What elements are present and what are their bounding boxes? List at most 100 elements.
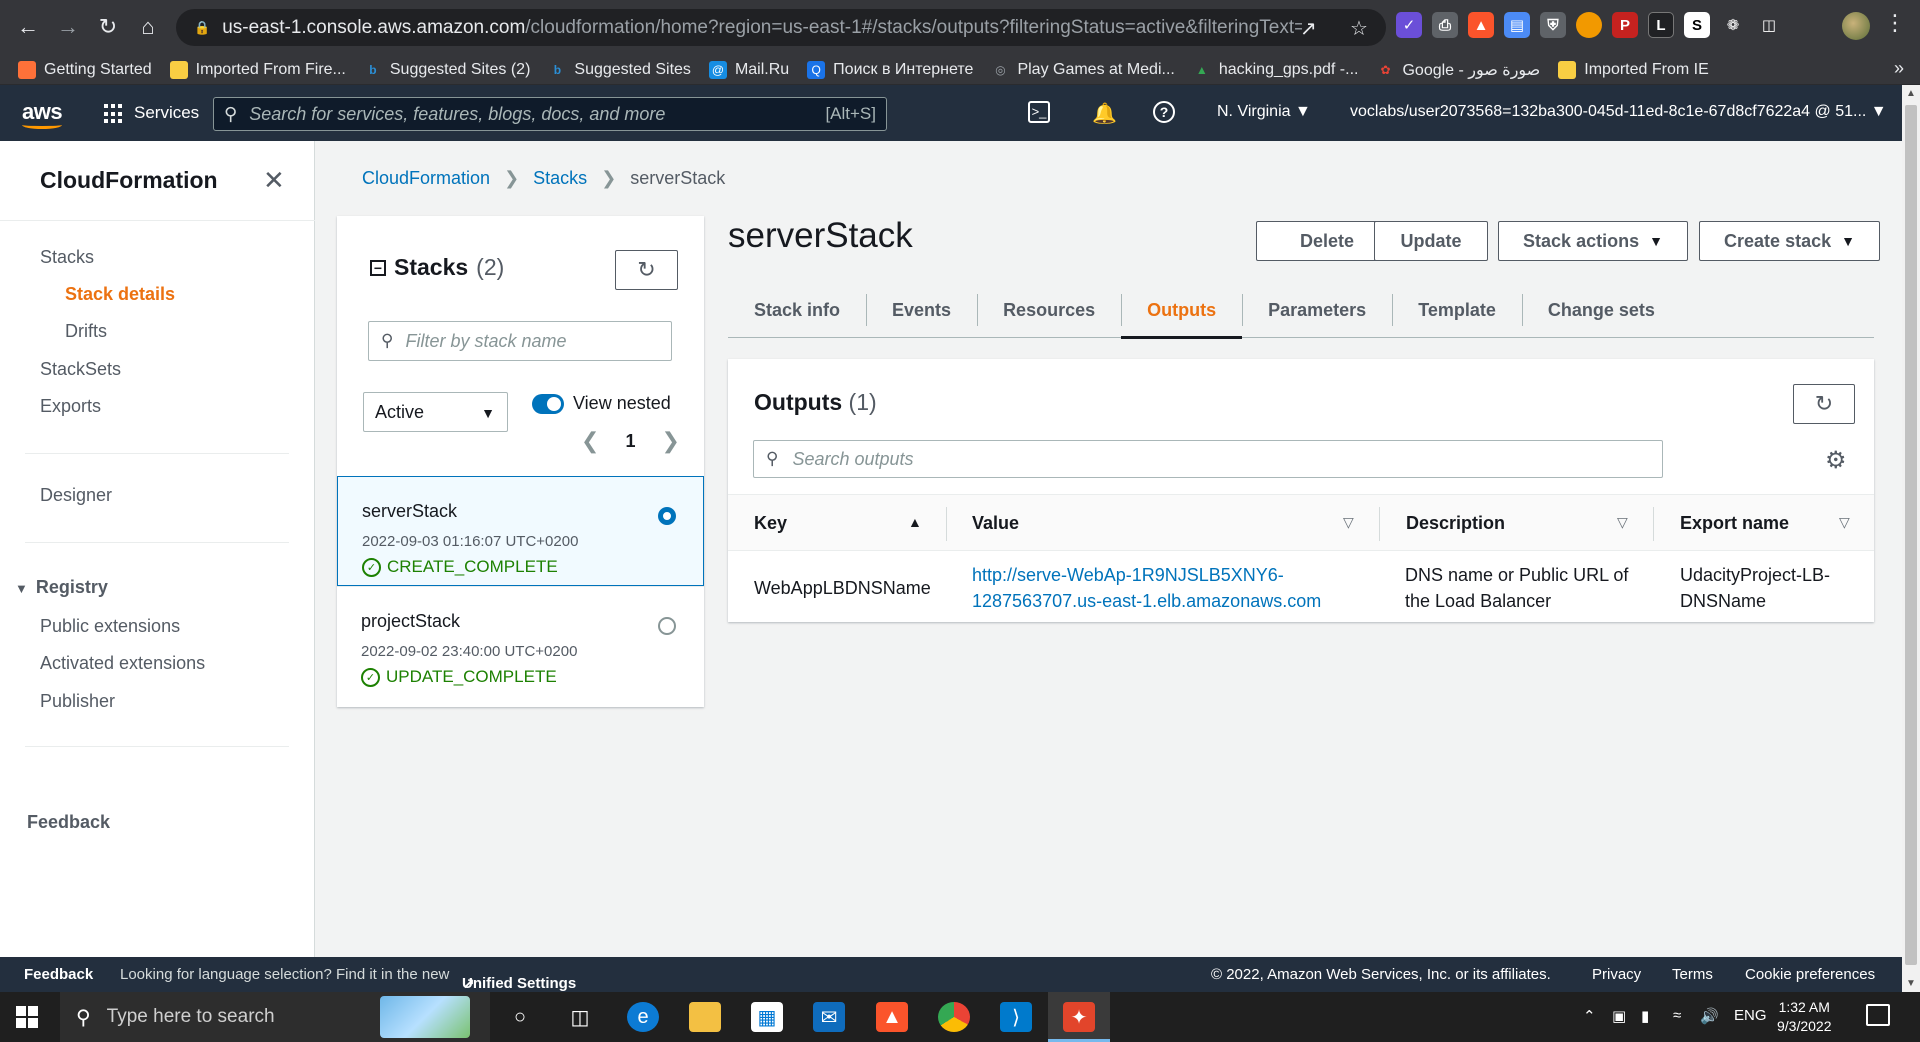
chrome-icon[interactable]	[938, 1002, 970, 1032]
bookmark-item[interactable]: Q Поиск в Интернете	[807, 60, 973, 79]
notifications-bell-icon[interactable]: 🔔	[1092, 101, 1117, 126]
stack-card-serverstack[interactable]: serverStack 2022-09-03 01:16:07 UTC+0200…	[337, 476, 704, 586]
scroll-down-icon[interactable]: ▼	[1906, 978, 1916, 989]
volume-icon[interactable]: 🔊	[1700, 1007, 1719, 1025]
bookmark-item[interactable]: Imported From Fire...	[169, 60, 346, 79]
mail-icon[interactable]: ✉	[813, 1002, 845, 1032]
extension-shield-icon[interactable]: ⛨	[1540, 12, 1566, 38]
page-scrollbar[interactable]: ▲ ▼	[1902, 85, 1920, 992]
help-icon[interactable]: ?	[1153, 101, 1175, 123]
sidebar-feedback[interactable]: Feedback	[27, 812, 110, 833]
column-header-key[interactable]: Key	[754, 513, 787, 534]
services-menu[interactable]: Services	[134, 103, 199, 123]
store-icon[interactable]: ▦	[751, 1002, 783, 1032]
refresh-outputs-button[interactable]: ↻	[1793, 384, 1855, 424]
bookmark-item[interactable]: ◎ Play Games at Medi...	[991, 61, 1175, 79]
bookmark-item[interactable]: ▲ hacking_gps.pdf -...	[1193, 61, 1359, 79]
sort-icon[interactable]: ▽	[1839, 514, 1850, 531]
stack-filter-box[interactable]: ⚲	[368, 321, 672, 361]
taskbar-search[interactable]: ⚲ Type here to search	[60, 992, 490, 1042]
bookmarks-overflow-icon[interactable]: »	[1894, 58, 1904, 79]
home-icon[interactable]: ⌂	[126, 5, 170, 49]
brave-extension-icon[interactable]: ▲	[1468, 12, 1494, 38]
tab-resources[interactable]: Resources	[977, 282, 1121, 338]
gear-icon[interactable]: ⚙	[1825, 446, 1847, 475]
file-explorer-icon[interactable]	[689, 1002, 721, 1032]
collapse-icon[interactable]: −	[370, 259, 386, 276]
extension-check-icon[interactable]: ✓	[1396, 12, 1422, 38]
stack-card-projectstack[interactable]: projectStack 2022-09-02 23:40:00 UTC+020…	[337, 586, 704, 696]
services-grid-icon[interactable]	[104, 104, 124, 124]
tray-chevron-icon[interactable]: ⌃	[1583, 1007, 1596, 1025]
sidebar-item-exports[interactable]: Exports	[40, 396, 101, 417]
sort-icon[interactable]: ▽	[1617, 514, 1628, 531]
footer-cookie-link[interactable]: Cookie preferences	[1745, 966, 1875, 983]
sort-ascending-icon[interactable]: ▲	[908, 514, 922, 530]
bookmark-item[interactable]: b Suggested Sites (2)	[364, 61, 530, 79]
column-header-export-name[interactable]: Export name	[1680, 513, 1789, 534]
footer-terms-link[interactable]: Terms	[1672, 966, 1713, 983]
extension-lh-icon[interactable]: L	[1648, 12, 1674, 38]
extension-orange-icon[interactable]	[1576, 12, 1602, 38]
output-value-link[interactable]: http://serve-WebAp-1R9NJSLB5XNY6- 128756…	[972, 562, 1321, 614]
sidebar-item-public-extensions[interactable]: Public extensions	[40, 616, 180, 637]
system-clock[interactable]: 1:32 AM 9/3/2022	[1777, 998, 1832, 1036]
sidebar-item-drifts[interactable]: Drifts	[65, 321, 107, 342]
stack-radio[interactable]	[658, 617, 676, 635]
sidebar-item-activated-extensions[interactable]: Activated extensions	[40, 653, 205, 674]
sidebar-item-stack-details[interactable]: Stack details	[65, 284, 175, 305]
outputs-search-input[interactable]	[792, 448, 1613, 470]
profile-avatar[interactable]	[1842, 12, 1870, 40]
footer-privacy-link[interactable]: Privacy	[1592, 966, 1641, 983]
wifi-icon[interactable]: ≈	[1673, 1007, 1681, 1024]
extension-pdf-icon[interactable]: P	[1612, 12, 1638, 38]
bookmark-item[interactable]: @ Mail.Ru	[708, 60, 789, 79]
notifications-icon[interactable]	[1866, 1004, 1890, 1026]
sidebar-item-stacksets[interactable]: StackSets	[40, 359, 121, 380]
task-view-icon[interactable]: ◫	[564, 1002, 596, 1032]
column-header-value[interactable]: Value	[972, 513, 1019, 534]
active-app-icon[interactable]: ✦	[1063, 1002, 1095, 1032]
forward-arrow-icon[interactable]: →	[46, 5, 90, 49]
cortana-icon[interactable]: ○	[504, 1002, 536, 1032]
bookmark-item[interactable]: ✿ Google - صورة صور	[1376, 60, 1540, 80]
edge-icon[interactable]: e	[627, 1002, 659, 1032]
stack-radio-selected[interactable]	[658, 507, 676, 525]
bookmark-item[interactable]: Imported From IE	[1558, 60, 1709, 79]
column-header-description[interactable]: Description	[1406, 513, 1505, 534]
scrollbar-thumb[interactable]	[1905, 105, 1917, 965]
sidebar-section-registry[interactable]: ▼ Registry	[15, 577, 108, 598]
bookmark-item[interactable]: b Suggested Sites	[548, 61, 691, 79]
extension-radio-icon[interactable]: ▤	[1504, 12, 1530, 38]
back-arrow-icon[interactable]: ←	[6, 5, 50, 49]
view-nested-toggle[interactable]	[532, 394, 564, 414]
tab-outputs[interactable]: Outputs	[1121, 282, 1243, 339]
breadcrumb-cloudformation[interactable]: CloudFormation	[362, 168, 490, 189]
account-menu[interactable]: voclabs/user2073568=132ba300-045d-11ed-8…	[1350, 103, 1887, 121]
sidebar-item-stacks[interactable]: Stacks	[40, 247, 94, 268]
sort-icon[interactable]: ▽	[1343, 514, 1354, 531]
outputs-search-box[interactable]: ⚲	[753, 440, 1663, 478]
stack-actions-button[interactable]: Stack actions ▼	[1498, 221, 1688, 261]
tab-events[interactable]: Events	[866, 282, 977, 338]
aws-search-box[interactable]: ⚲ [Alt+S]	[213, 97, 887, 131]
close-icon[interactable]: ✕	[263, 165, 285, 196]
windows-start-icon[interactable]	[16, 1006, 38, 1028]
breadcrumb-stacks[interactable]: Stacks	[533, 168, 587, 189]
address-bar[interactable]: 🔒 us-east-1.console.aws.amazon.com/cloud…	[176, 9, 1386, 46]
vscode-icon[interactable]: ⟩	[1000, 1002, 1032, 1032]
tab-parameters[interactable]: Parameters	[1242, 282, 1392, 338]
next-page-icon[interactable]: ❯	[661, 428, 679, 454]
brave-icon[interactable]: ▲	[876, 1002, 908, 1032]
scroll-up-icon[interactable]: ▲	[1906, 88, 1916, 99]
extensions-puzzle-icon[interactable]: ❁	[1720, 12, 1746, 38]
cloudshell-icon[interactable]: >_	[1028, 101, 1050, 123]
update-button[interactable]: Update	[1374, 221, 1488, 261]
share-icon[interactable]: ↗	[1300, 16, 1317, 41]
tab-stack-info[interactable]: Stack info	[728, 282, 866, 338]
region-selector[interactable]: N. Virginia ▼	[1217, 103, 1311, 121]
prev-page-icon[interactable]: ❮	[581, 428, 599, 454]
bookmark-star-icon[interactable]: ☆	[1350, 16, 1368, 41]
refresh-stacks-button[interactable]: ↻	[615, 250, 678, 290]
stack-filter-input[interactable]	[405, 330, 656, 352]
